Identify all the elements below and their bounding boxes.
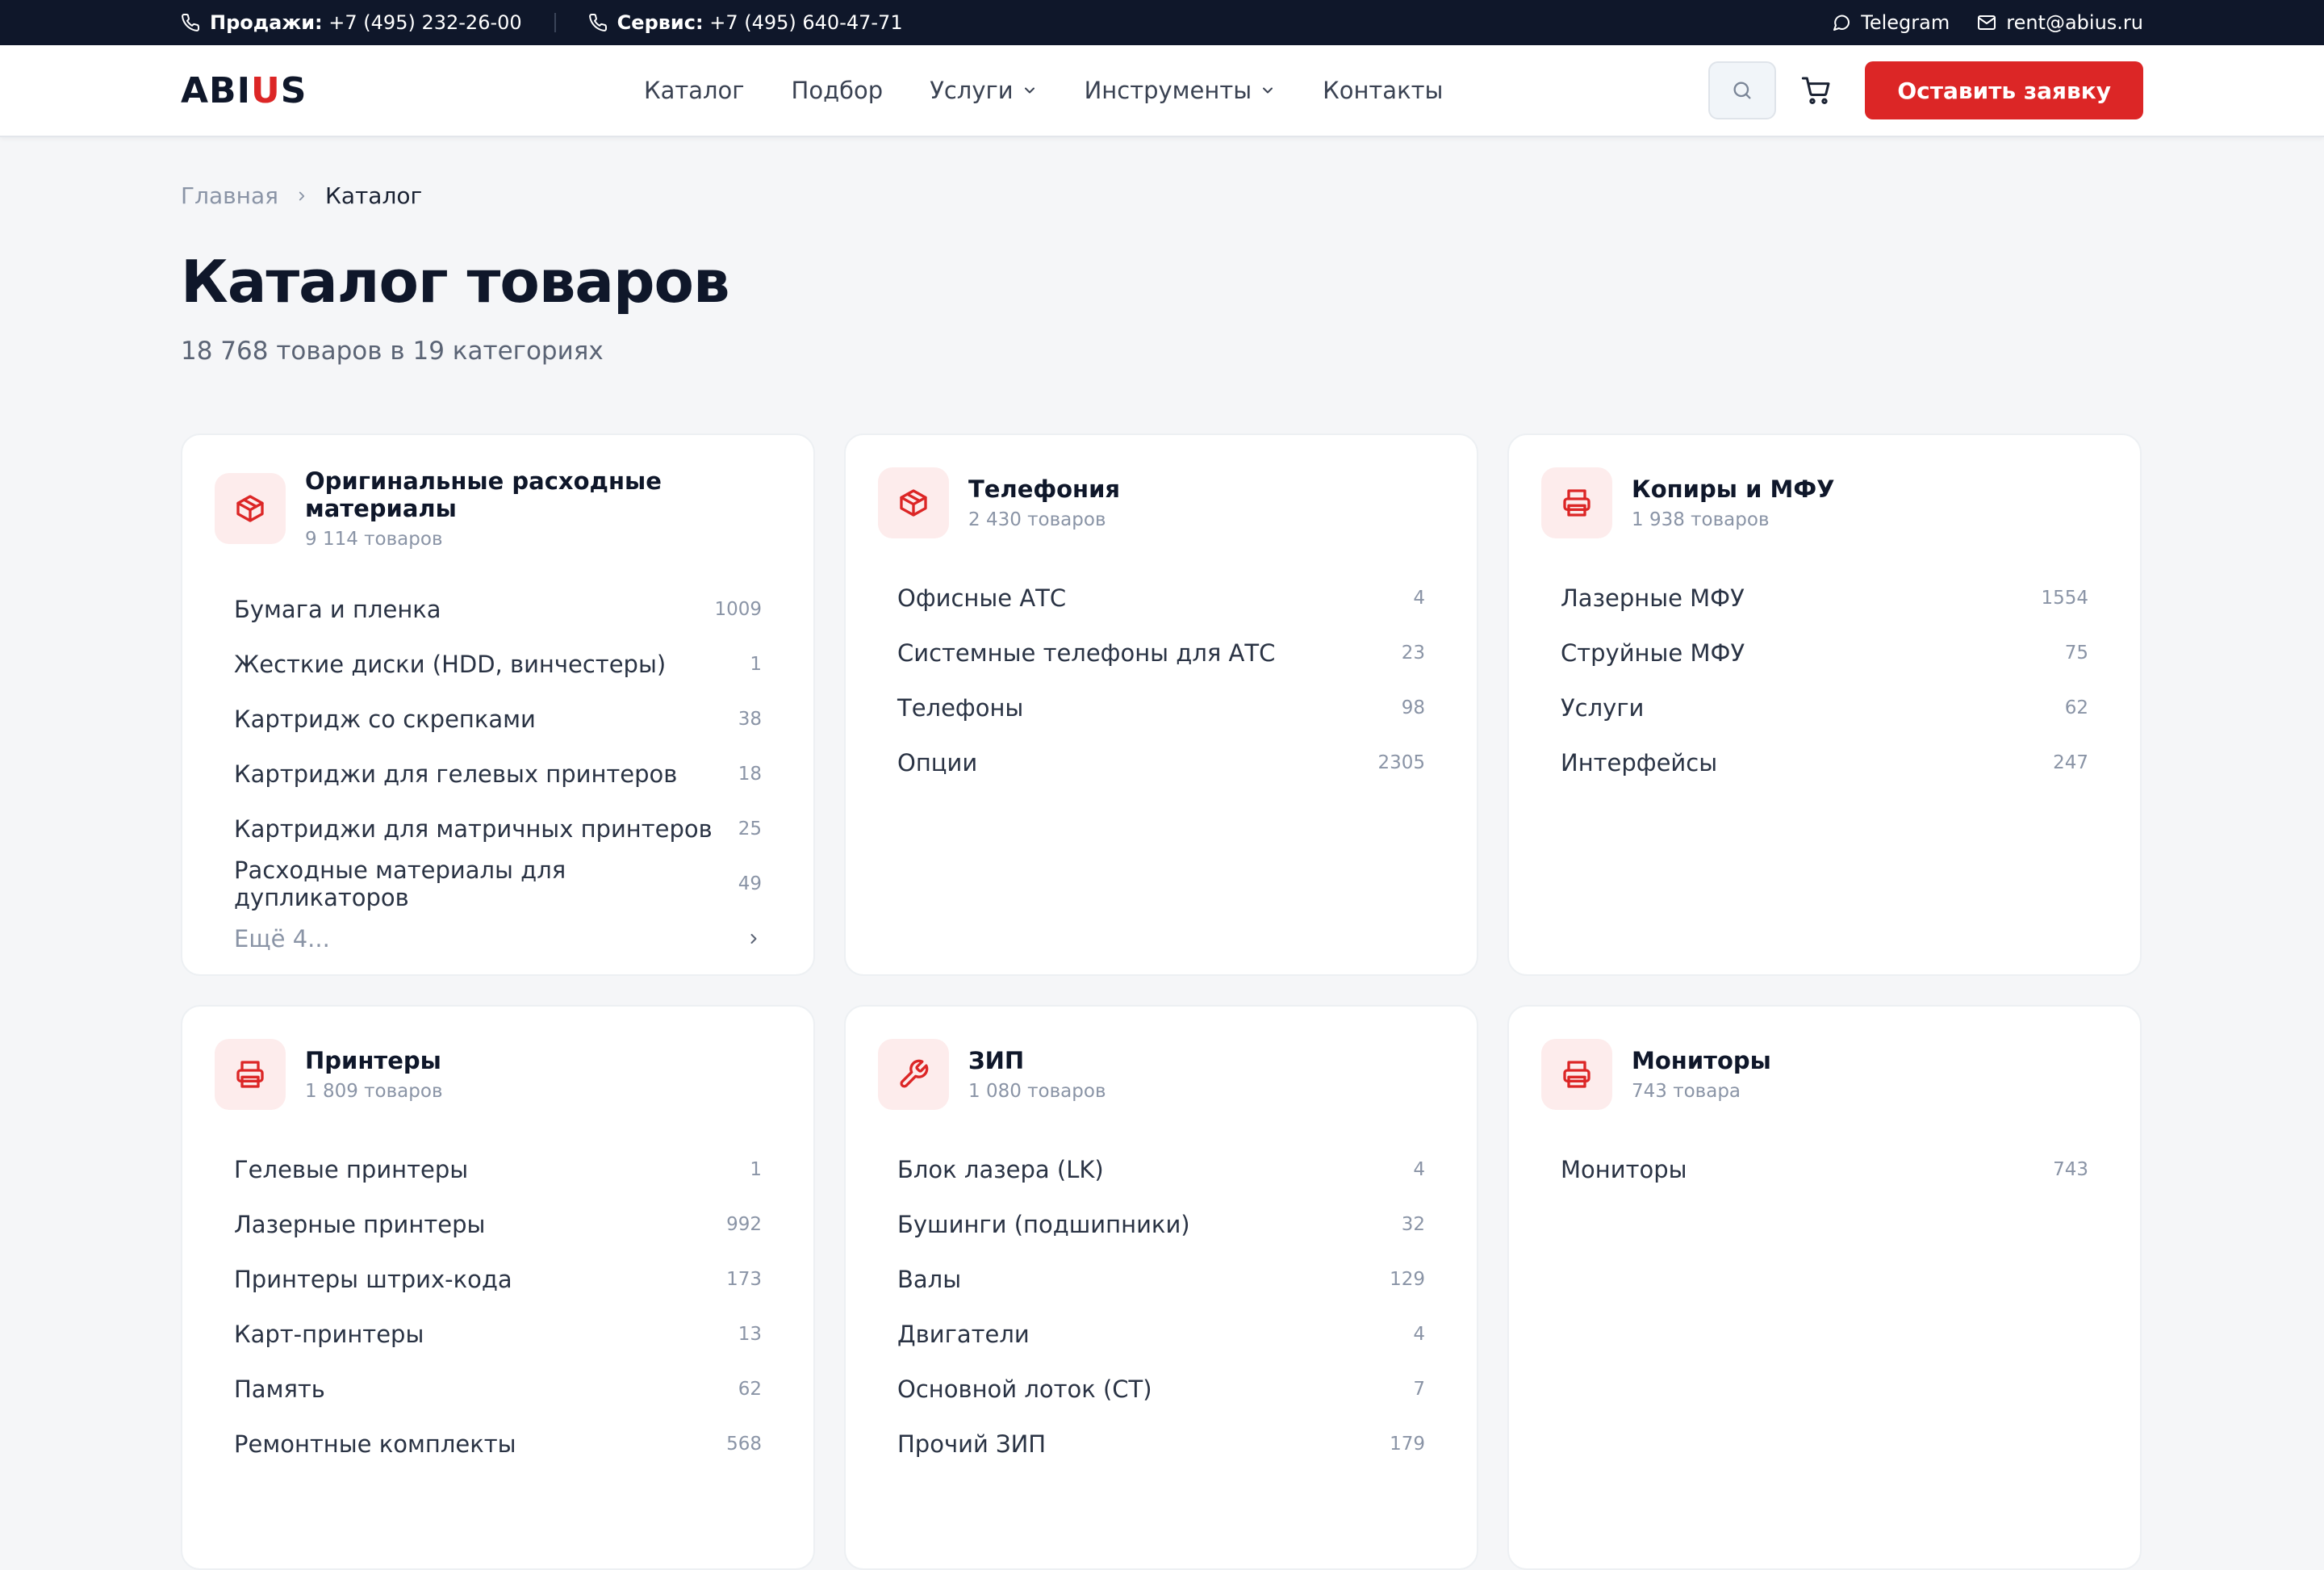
category-count: 1 809 товаров [305, 1081, 443, 1102]
request-button[interactable]: Оставить заявку [1865, 61, 2143, 119]
subcategory-item[interactable]: Ремонтные комплекты 568 [234, 1417, 762, 1472]
cart-button[interactable] [1799, 73, 1834, 108]
divider [554, 13, 556, 32]
category-count: 743 товара [1632, 1081, 1741, 1102]
breadcrumb-current: Каталог [324, 182, 423, 209]
category-card: Принтеры 1 809 товаров Гелевые принтеры 1… [181, 1005, 815, 1570]
printer-icon [1541, 1039, 1612, 1110]
subcategory-item[interactable]: Прочий ЗИП 179 [897, 1417, 1425, 1472]
category-title: Мониторы [1632, 1047, 1771, 1074]
mail-icon [1977, 13, 1996, 32]
category-title: Оригинальные расходные материалы [305, 467, 662, 522]
category-title: Телефония [968, 475, 1121, 503]
subcategory-item[interactable]: Офисные АТС 4 [897, 571, 1425, 626]
breadcrumb-home[interactable]: Главная [181, 182, 278, 209]
top-bar: Продажи: +7 (495) 232-26-00 Сервис: +7 (… [0, 0, 2324, 45]
category-count: 2 430 товаров [968, 509, 1106, 530]
subcategory-item[interactable]: Бумага и пленка 1009 [234, 582, 762, 637]
chevron-down-icon [1022, 82, 1038, 98]
category-card: ЗИП 1 080 товаров Блок лазера (LK) 4 Буши… [844, 1005, 1478, 1570]
nav-catalog[interactable]: Каталог [644, 77, 745, 104]
subcategory-item[interactable]: Валы 129 [897, 1252, 1425, 1307]
chevron-right-icon [746, 931, 762, 947]
printer-icon [215, 1039, 286, 1110]
show-more-link[interactable]: Ещё 4... [234, 911, 762, 966]
subcategory-item[interactable]: Телефоны 98 [897, 680, 1425, 735]
category-card: Мониторы 743 товара Мониторы 743 [1507, 1005, 2142, 1570]
category-count: 9 114 товаров [305, 529, 443, 550]
box-icon [878, 467, 949, 538]
sales-phone[interactable]: +7 (495) 232-26-00 [328, 11, 521, 34]
main-nav: Каталог Подбор Услуги Инструменты Контак… [644, 45, 1443, 136]
category-header[interactable]: Оригинальные расходные материалы 9 114 т… [215, 467, 781, 550]
subcategory-item[interactable]: Жесткие диски (HDD, винчестеры) 1 [234, 637, 762, 692]
phone-icon [588, 13, 608, 32]
telegram-link[interactable]: Telegram [1832, 11, 1950, 34]
subcategory-item[interactable]: Основной лоток (СТ) 7 [897, 1362, 1425, 1417]
cart-icon [1800, 74, 1833, 107]
subcategory-item[interactable]: Картриджи для гелевых принтеров 18 [234, 747, 762, 802]
subcategory-item[interactable]: Карт-принтеры 13 [234, 1307, 762, 1362]
sales-label: Продажи: [210, 11, 323, 34]
subcategory-item[interactable]: Системные телефоны для АТС 23 [897, 626, 1425, 680]
subcategory-item[interactable]: Струйные МФУ 75 [1561, 626, 2088, 680]
nav-selection[interactable]: Подбор [792, 77, 884, 104]
email-link[interactable]: rent@abius.ru [1977, 11, 2143, 34]
subcategory-item[interactable]: Картридж со скрепками 38 [234, 692, 762, 747]
subcategory-item[interactable]: Память 62 [234, 1362, 762, 1417]
category-title: ЗИП [968, 1047, 1025, 1074]
subcategory-item[interactable]: Принтеры штрих-кода 173 [234, 1252, 762, 1307]
subcategory-item[interactable]: Лазерные принтеры 992 [234, 1197, 762, 1252]
subcategory-item[interactable]: Двигатели 4 [897, 1307, 1425, 1362]
category-header[interactable]: Телефония 2 430 товаров [878, 467, 1444, 538]
subcategory-item[interactable]: Гелевые принтеры 1 [234, 1142, 762, 1197]
category-title: Копиры и МФУ [1632, 475, 1835, 503]
subcategory-item[interactable]: Опции 2305 [897, 735, 1425, 790]
subcategory-item[interactable]: Интерфейсы 247 [1561, 735, 2088, 790]
category-header[interactable]: ЗИП 1 080 товаров [878, 1039, 1444, 1110]
subcategory-item[interactable]: Расходные материалы для дупликаторов 49 [234, 856, 762, 911]
box-icon [215, 473, 286, 544]
search-icon [1731, 79, 1753, 102]
category-header[interactable]: Мониторы 743 товара [1541, 1039, 2108, 1110]
category-header[interactable]: Копиры и МФУ 1 938 товаров [1541, 467, 2108, 538]
subcategory-item[interactable]: Лазерные МФУ 1554 [1561, 571, 2088, 626]
wrench-icon [878, 1039, 949, 1110]
nav-services[interactable]: Услуги [930, 77, 1037, 104]
page-subtitle: 18 768 товаров в 19 категориях [181, 337, 604, 366]
category-card: Оригинальные расходные материалы 9 114 т… [181, 433, 815, 976]
chat-bubble-icon [1832, 13, 1851, 32]
page-title: Каталог товаров [181, 248, 730, 316]
subcategory-item[interactable]: Услуги 62 [1561, 680, 2088, 735]
subcategory-item[interactable]: Картриджи для матричных принтеров 25 [234, 802, 762, 856]
chevron-down-icon [1260, 82, 1276, 98]
category-count: 1 080 товаров [968, 1081, 1106, 1102]
chevron-right-icon [295, 189, 309, 203]
sales-contact[interactable]: Продажи: +7 (495) 232-26-00 [181, 11, 522, 34]
service-contact[interactable]: Сервис: +7 (495) 640-47-71 [588, 11, 903, 34]
subcategory-item[interactable]: Бушинги (подшипники) 32 [897, 1197, 1425, 1252]
subcategory-item[interactable]: Блок лазера (LK) 4 [897, 1142, 1425, 1197]
category-card: Копиры и МФУ 1 938 товаров Лазерные МФУ 1… [1507, 433, 2142, 976]
breadcrumb: Главная Каталог [181, 182, 2143, 209]
category-header[interactable]: Принтеры 1 809 товаров [215, 1039, 781, 1110]
nav-tools[interactable]: Инструменты [1085, 77, 1277, 104]
subcategory-item[interactable]: Мониторы 743 [1561, 1142, 2088, 1197]
service-phone[interactable]: +7 (495) 640-47-71 [709, 11, 902, 34]
nav-contacts[interactable]: Контакты [1323, 77, 1443, 104]
email-label: rent@abius.ru [2006, 11, 2143, 34]
category-grid: Оригинальные расходные материалы 9 114 т… [181, 433, 2143, 1570]
service-label: Сервис: [617, 11, 704, 34]
telegram-label: Telegram [1861, 11, 1950, 34]
category-title: Принтеры [305, 1047, 441, 1074]
search-button[interactable] [1708, 61, 1777, 119]
category-count: 1 938 товаров [1632, 509, 1770, 530]
main-content: Главная Каталог Каталог товаров 18 768 т… [0, 182, 2324, 1570]
printer-icon [1541, 467, 1612, 538]
category-card: Телефония 2 430 товаров Офисные АТС 4 Сис… [844, 433, 1478, 976]
logo[interactable]: ABIUS [181, 70, 307, 111]
phone-icon [181, 13, 200, 32]
site-header: ABIUS Каталог Подбор Услуги Инструменты … [0, 45, 2324, 137]
